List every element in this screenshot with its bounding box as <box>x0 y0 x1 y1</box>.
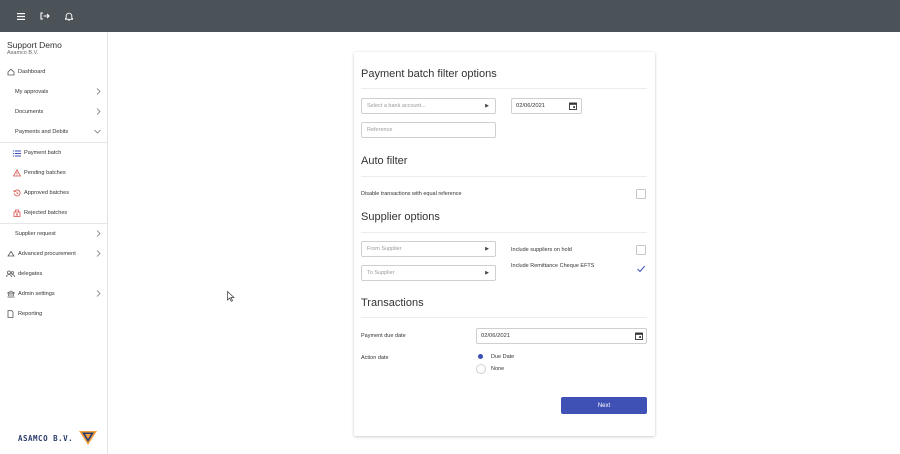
sidebar-item-label: Advanced procurement <box>18 251 76 257</box>
logo-mark-icon <box>79 431 98 445</box>
chevron-down-icon <box>94 129 101 136</box>
disable-equal-reference-label: Disable transactions with equal referenc… <box>361 191 462 197</box>
check-icon <box>637 265 646 273</box>
sidebar-item-label: Supplier request <box>15 231 56 237</box>
calendar-icon[interactable] <box>569 102 577 112</box>
org-name: Support Demo <box>7 40 62 50</box>
logo-text: ASAMCO B.V. <box>18 433 74 443</box>
due-date-radio[interactable] <box>476 352 486 362</box>
org-subtitle: Asamco B.V. <box>7 50 39 56</box>
logout-icon[interactable] <box>33 0 57 32</box>
filter-date-input[interactable]: 02/06/2021 <box>511 98 582 114</box>
sidebar-item-rejected-batches[interactable]: Rejected batches <box>0 203 108 223</box>
payment-due-date-value: 02/06/2021 <box>481 333 511 339</box>
to-supplier-placeholder: To Supplier <box>367 270 395 276</box>
reject-icon <box>12 209 21 218</box>
due-date-radio-label: Due Date <box>491 354 515 360</box>
next-button[interactable]: Next <box>561 397 647 414</box>
bank-account-select[interactable]: Select a bank account... ▶ <box>361 98 496 114</box>
sidebar-item-supplier-request[interactable]: Supplier request <box>0 224 108 244</box>
sidebar-item-documents[interactable]: Documents <box>0 102 108 122</box>
sidebar-item-pending-batches[interactable]: Pending batches <box>0 163 108 183</box>
bank-account-placeholder: Select a bank account... <box>367 103 426 109</box>
sidebar-item-admin-settings[interactable]: Admin settings <box>0 284 108 304</box>
section-divider <box>361 317 647 318</box>
sidebar-item-label: Dashboard <box>18 69 46 75</box>
none-radio[interactable] <box>476 364 486 374</box>
sidebar-item-label: Pending batches <box>24 170 66 176</box>
section-divider <box>361 232 647 233</box>
section-divider <box>361 176 647 177</box>
sidebar-item-label: Rejected batches <box>24 210 68 216</box>
auto-filter-title: Auto filter <box>361 155 408 167</box>
chevron-right-icon <box>96 250 101 259</box>
dropdown-arrow-icon: ▶ <box>485 270 489 276</box>
include-hold-label: Include suppliers on hold <box>511 247 572 253</box>
people-icon <box>6 270 15 279</box>
sidebar-item-label: Documents <box>15 109 44 115</box>
sidebar-item-reporting[interactable]: Reporting <box>0 304 108 324</box>
to-supplier-select[interactable]: To Supplier ▶ <box>361 265 496 281</box>
chevron-right-icon <box>96 88 101 97</box>
sidebar-item-label: Payment batch <box>24 150 62 156</box>
document-icon <box>6 310 15 319</box>
top-bar <box>0 0 900 32</box>
filter-date-value: 02/06/2021 <box>516 103 546 109</box>
chevron-right-icon <box>96 108 101 117</box>
disable-equal-reference-checkbox[interactable] <box>636 189 646 199</box>
mouse-cursor-icon <box>227 289 235 307</box>
chevron-right-icon <box>96 230 101 239</box>
supplier-options-title: Supplier options <box>361 211 440 223</box>
history-icon <box>12 189 21 198</box>
dropdown-arrow-icon: ▶ <box>485 246 489 252</box>
calendar-icon[interactable] <box>635 332 643 342</box>
list-icon <box>12 149 21 158</box>
from-supplier-select[interactable]: From Supplier ▶ <box>361 241 496 257</box>
section-divider <box>361 88 647 89</box>
company-logo: ASAMCO B.V. <box>18 430 98 446</box>
none-radio-label: None <box>491 366 505 372</box>
filter-section-title: Payment batch filter options <box>361 68 497 80</box>
sidebar-item-approved-batches[interactable]: Approved batches <box>0 183 108 203</box>
payment-due-date-input[interactable]: 02/06/2021 <box>476 328 647 344</box>
sidebar-item-payment-batch[interactable]: Payment batch <box>0 143 108 163</box>
payment-batch-card: Payment batch filter options Select a ba… <box>354 52 655 436</box>
dropdown-arrow-icon: ▶ <box>485 103 489 109</box>
bank-icon <box>6 290 15 299</box>
reference-placeholder: Reference <box>367 127 393 133</box>
from-supplier-placeholder: From Supplier <box>367 246 402 252</box>
sidebar-item-payments-and-debits[interactable]: Payments and Debits <box>0 122 108 142</box>
menu-icon[interactable] <box>9 0 33 32</box>
chevron-right-icon <box>96 290 101 299</box>
sidebar-item-advanced-procurement[interactable]: Advanced procurement <box>0 244 108 264</box>
sidebar-item-label: Payments and Debits <box>15 129 69 135</box>
home-icon <box>6 68 15 77</box>
sidebar-item-my-approvals[interactable]: My approvals <box>0 82 108 102</box>
sidebar-item-label: My approvals <box>15 89 49 95</box>
sidebar-item-label: Admin settings <box>18 291 55 297</box>
include-hold-checkbox[interactable] <box>636 245 646 255</box>
cart-icon <box>6 250 15 259</box>
include-remittance-checkbox[interactable] <box>636 261 646 273</box>
transactions-title: Transactions <box>361 297 424 309</box>
sidebar-item-label: delegates <box>18 271 43 277</box>
sidebar-item-label: Approved batches <box>24 190 70 196</box>
bell-icon[interactable] <box>57 0 81 32</box>
payment-due-date-label: Payment due date <box>361 333 406 339</box>
sidebar-item-label: Reporting <box>18 311 43 317</box>
sidebar-item-delegates[interactable]: delegates <box>0 264 108 284</box>
reference-input[interactable]: Reference <box>361 122 496 138</box>
action-date-label: Action date <box>361 355 389 361</box>
warning-icon <box>12 169 21 178</box>
include-remittance-label: Include Remittance Cheque EFTS <box>511 263 595 269</box>
sidebar: Support Demo Asamco B.V. Dashboard My ap… <box>0 32 108 454</box>
sidebar-item-dashboard[interactable]: Dashboard <box>0 62 108 82</box>
